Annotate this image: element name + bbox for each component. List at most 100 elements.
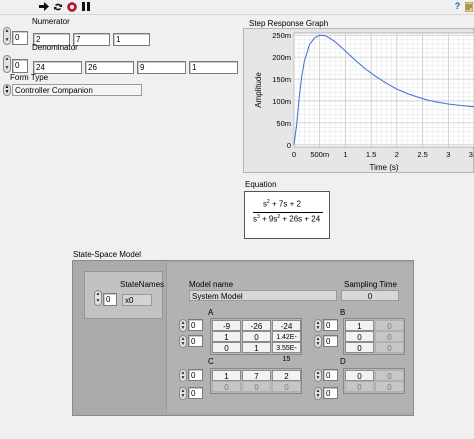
denominator-coef-3[interactable]: 1	[189, 61, 238, 74]
matrix-b-col-spinner[interactable]: ▲ ▼	[314, 335, 322, 348]
state-names-index[interactable]: 0	[103, 293, 117, 306]
step-response-chart: 0 500m 1 1.5 2 2.5 3 3.5 0 50m 100m 150m 200m 250m Amp…	[254, 31, 474, 172]
context-help-icon[interactable]	[463, 1, 474, 12]
x-axis-label: Time (s)	[369, 163, 398, 172]
run-arrow-icon[interactable]	[38, 1, 49, 12]
state-space-cluster: StateNames ▲ ▼ 0 x0 Model name System Mod…	[72, 260, 414, 416]
b-00[interactable]: 1	[345, 320, 374, 331]
d-00[interactable]: 0	[345, 370, 374, 381]
run-continuously-icon[interactable]	[52, 1, 63, 12]
matrix-a-label: A	[208, 308, 214, 317]
c-12[interactable]: 0	[272, 381, 301, 392]
x-tick-label: 1	[343, 150, 347, 159]
matrix-b-row-spinner[interactable]: ▲ ▼	[314, 319, 322, 332]
matrix-d-label: D	[340, 357, 346, 366]
model-name-label: Model name	[189, 280, 234, 289]
d-01[interactable]: 0	[375, 370, 404, 381]
matrix-a-col-index[interactable]: 0	[188, 335, 203, 347]
matrix-a-col-spinner[interactable]: ▲ ▼	[179, 335, 187, 348]
a-21[interactable]: 1	[242, 342, 271, 353]
den-rest: + 26s + 24	[280, 214, 321, 224]
matrix-c-row-spinner[interactable]: ▲ ▼	[179, 369, 187, 382]
c-11[interactable]: 0	[242, 381, 271, 392]
state-names-label: StateNames	[120, 280, 165, 289]
matrix-b-label: B	[340, 308, 346, 317]
equation-numerator: s2 + 7s + 2	[263, 199, 301, 209]
x-tick-label: 2.5	[417, 150, 427, 159]
x-tick-label: 0	[292, 150, 296, 159]
x-tick-label: 1.5	[366, 150, 376, 159]
b-11[interactable]: 0	[375, 331, 404, 342]
matrix-d-col-spinner[interactable]: ▲ ▼	[314, 387, 322, 400]
a-12[interactable]: 1.42E-14	[272, 331, 301, 352]
denominator-coef-1[interactable]: 26	[85, 61, 134, 74]
matrix-b-col-index[interactable]: 0	[323, 335, 338, 347]
matrix-b: 1 0 0 0 0 0	[343, 318, 405, 355]
step-response-graph: 0 500m 1 1.5 2 2.5 3 3.5 0 50m 100m 150m 200m 250m Amp…	[243, 28, 474, 173]
plot-area	[293, 32, 474, 148]
b-10[interactable]: 0	[345, 331, 374, 342]
form-type-ring[interactable]: Controller Companion	[12, 84, 142, 96]
graph-title: Step Response Graph	[249, 19, 329, 28]
a-11[interactable]: 0	[242, 331, 271, 342]
matrix-a-row-spinner[interactable]: ▲ ▼	[179, 319, 187, 332]
denominator-coef-2[interactable]: 9	[137, 61, 186, 74]
state-names-panel: StateNames ▲ ▼ 0 x0	[84, 271, 165, 319]
a-20[interactable]: 0	[212, 342, 241, 353]
form-type-label: Form Type	[10, 73, 49, 82]
y-tick-label: 250m	[272, 31, 291, 40]
denominator-index-spinner[interactable]: ▲ ▼	[3, 55, 11, 73]
a-01[interactable]: -26	[242, 320, 271, 331]
y-tick-label: 100m	[272, 97, 291, 106]
form-type-ring-arrows[interactable]: ▲ ▼	[3, 84, 11, 96]
sampling-time-field[interactable]: 0	[341, 290, 399, 301]
d-11[interactable]: 0	[375, 381, 404, 392]
equation-display: s2 + 7s + 2 s3 + 9s2 + 26s + 24	[244, 191, 330, 239]
c-02[interactable]: 2	[272, 370, 301, 381]
a-00[interactable]: -9	[212, 320, 241, 331]
abort-icon[interactable]	[66, 1, 77, 12]
pause-icon[interactable]	[80, 1, 91, 12]
numerator-index[interactable]: 0	[12, 31, 28, 45]
b-21[interactable]: 0	[375, 342, 404, 353]
y-axis-label: Amplitude	[254, 72, 263, 108]
a-02[interactable]: -24	[272, 320, 301, 331]
den-mid: + 9s	[259, 214, 278, 224]
matrix-d-col-index[interactable]: 0	[323, 387, 338, 399]
y-tick-label: 50m	[276, 119, 291, 128]
c-00[interactable]: 1	[212, 370, 241, 381]
matrix-c-col-index[interactable]: 0	[188, 387, 203, 399]
matrix-a-row-index[interactable]: 0	[188, 319, 203, 331]
matrix-c-col-spinner[interactable]: ▲ ▼	[179, 387, 187, 400]
x-tick-label: 3	[446, 150, 450, 159]
state-name-0: x0	[122, 294, 152, 306]
matrix-c-label: C	[208, 357, 214, 366]
matrix-d-row-spinner[interactable]: ▲ ▼	[314, 369, 322, 382]
numerator-label: Numerator	[32, 17, 70, 26]
fraction-bar	[253, 212, 323, 213]
denominator-label: Denominator	[32, 43, 78, 52]
model-name-field[interactable]: System Model	[189, 290, 337, 301]
denominator-index[interactable]: 0	[12, 59, 28, 73]
y-tick-label: 200m	[272, 53, 291, 62]
a-10[interactable]: 1	[212, 331, 241, 342]
a-22[interactable]: 3.55E-15	[272, 342, 301, 363]
matrix-c-row-index[interactable]: 0	[188, 369, 203, 381]
b-01[interactable]: 0	[375, 320, 404, 331]
equation-denominator: s3 + 9s2 + 26s + 24	[253, 214, 320, 224]
equation-label: Equation	[245, 180, 277, 189]
help-icon[interactable]: ?	[452, 1, 463, 12]
matrix-d: 0 0 0 0	[343, 368, 405, 394]
b-20[interactable]: 0	[345, 342, 374, 353]
matrix-a: -9 -26 -24 1 0 1.42E-14 0 1 3.55E-15	[210, 318, 302, 363]
matrix-b-row-index[interactable]: 0	[323, 319, 338, 331]
matrix-d-row-index[interactable]: 0	[323, 369, 338, 381]
state-names-spinner[interactable]: ▲ ▼	[94, 290, 102, 306]
numerator-index-spinner[interactable]: ▲ ▼	[3, 27, 11, 45]
c-10[interactable]: 0	[212, 381, 241, 392]
d-10[interactable]: 0	[345, 381, 374, 392]
num-rest: + 7s + 2	[269, 199, 301, 209]
numerator-coef-2[interactable]: 1	[113, 33, 150, 46]
c-01[interactable]: 7	[242, 370, 271, 381]
numerator-coef-1[interactable]: 7	[73, 33, 110, 46]
